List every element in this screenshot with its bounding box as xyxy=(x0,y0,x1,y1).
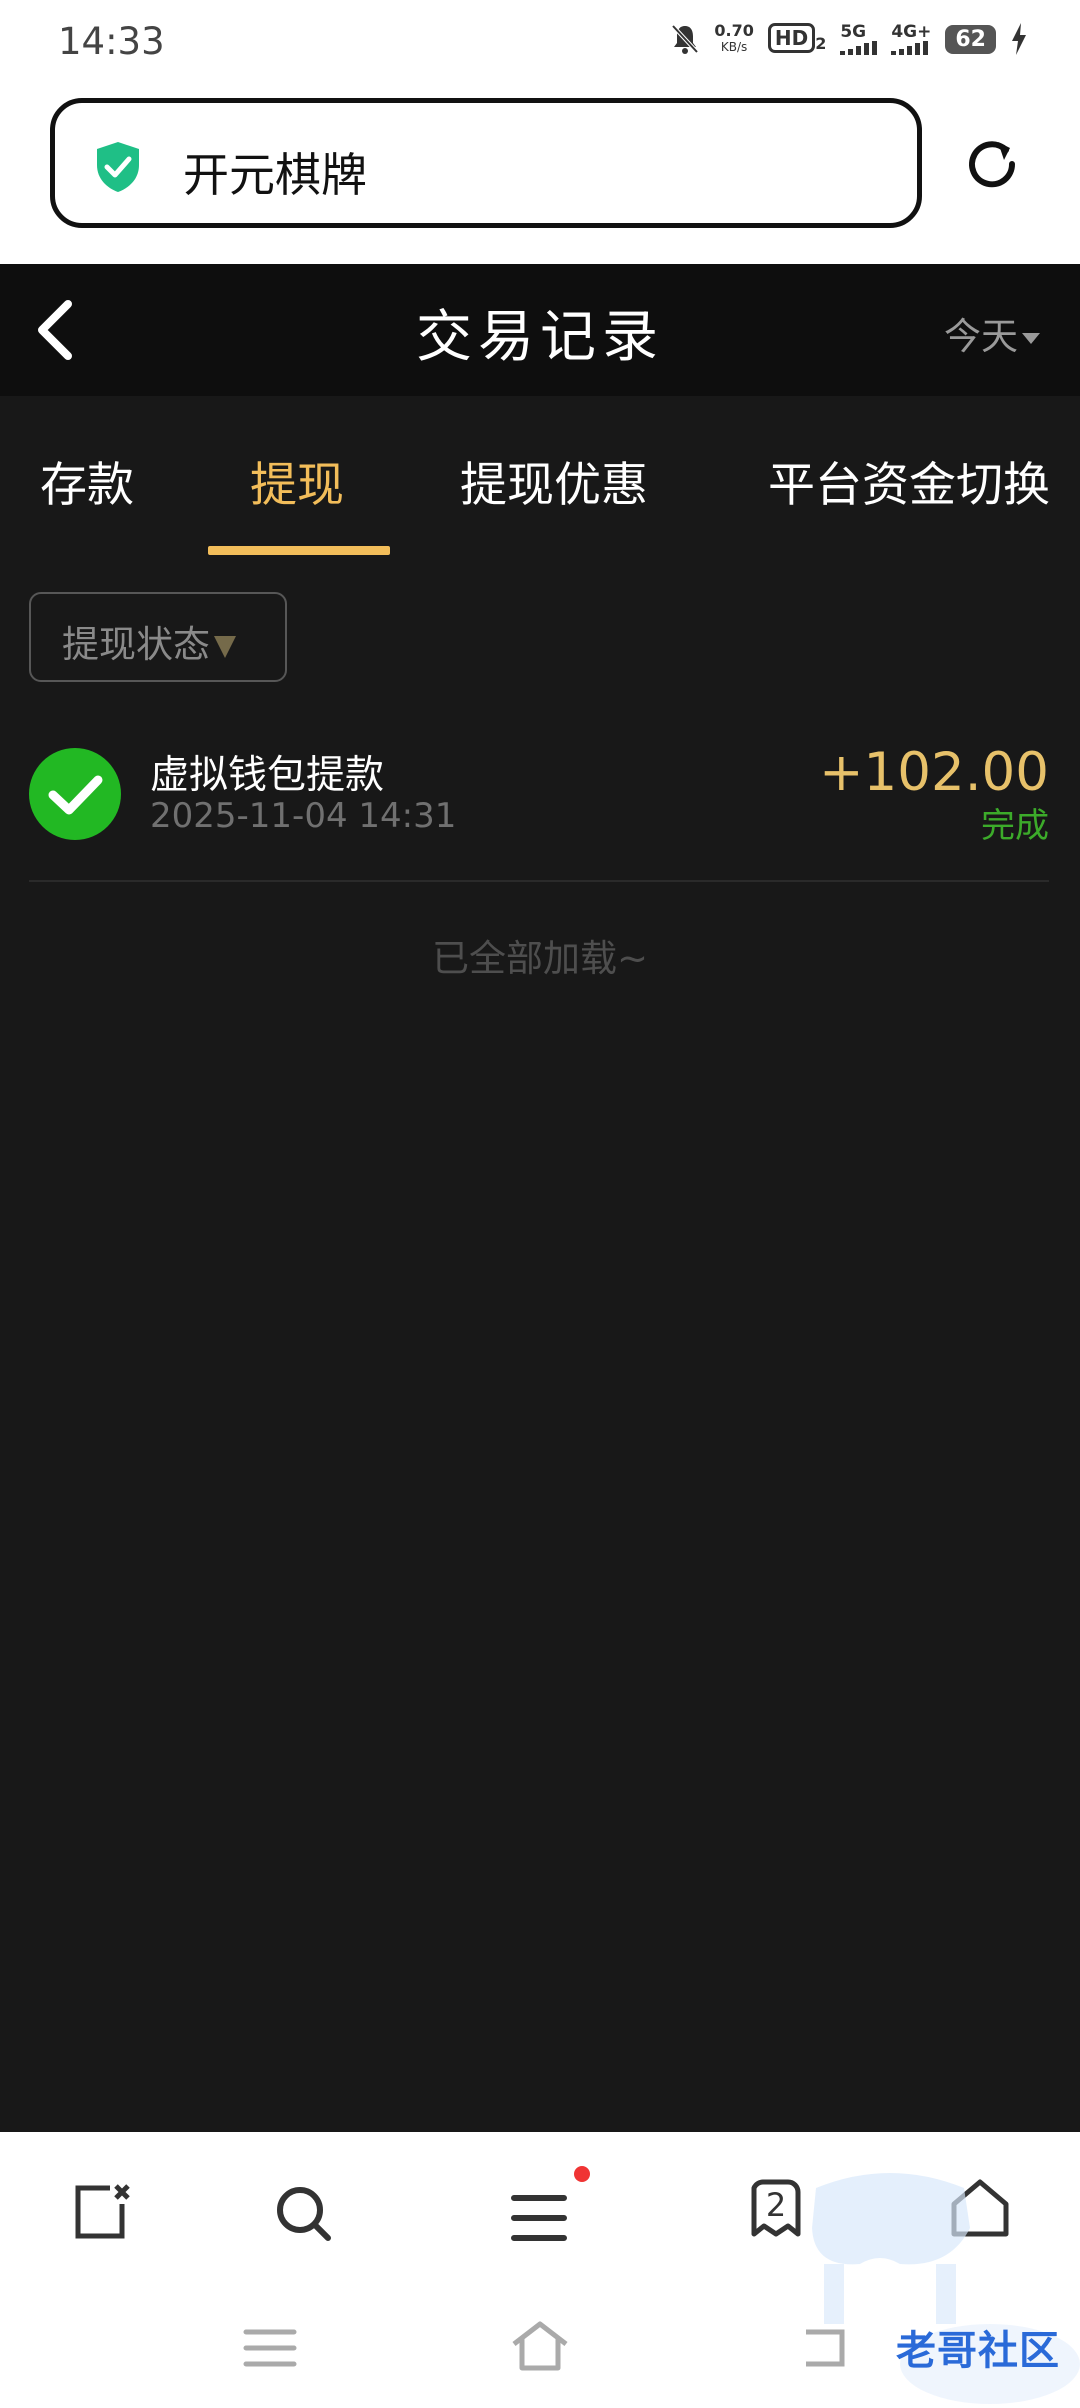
tab-withdraw[interactable]: 提现 xyxy=(250,446,344,515)
transaction-title: 虚拟钱包提款 xyxy=(150,753,385,798)
page-title: 交易记录 xyxy=(416,305,664,370)
transaction-amount: +102.00 xyxy=(819,742,1049,803)
hd-indicator: HD 2 xyxy=(767,22,826,53)
tab-withdraw-bonus[interactable]: 提现优惠 xyxy=(460,446,648,515)
page-header: 交易记录 今天 xyxy=(0,264,1080,396)
system-home-icon[interactable] xyxy=(510,2316,570,2376)
address-bar[interactable]: 开元棋牌 xyxy=(50,98,922,228)
date-filter-dropdown[interactable]: 今天 xyxy=(944,306,1040,360)
status-filter-label: 提现状态 xyxy=(62,623,210,666)
tab-count: 2 xyxy=(765,2186,787,2224)
mute-bell-icon xyxy=(671,24,699,54)
signal-5g: 5G xyxy=(840,23,878,55)
signal-4g: 4G+ xyxy=(891,23,931,55)
caret-down-icon xyxy=(1022,333,1040,344)
charging-icon xyxy=(1012,23,1026,55)
security-shield-icon xyxy=(97,142,139,192)
active-tab-indicator xyxy=(208,546,390,555)
net-speed: 0.70 KB/s xyxy=(714,21,754,54)
system-recents-icon[interactable] xyxy=(240,2318,300,2378)
search-icon[interactable] xyxy=(272,2182,336,2246)
status-icons: 0.70 KB/s HD 2 5G 4G+ 62 xyxy=(670,22,1028,56)
menu-icon[interactable] xyxy=(508,2186,572,2250)
watermark-text: 老哥社区 xyxy=(896,2328,1060,2374)
tabs-button[interactable]: 2 xyxy=(744,2178,808,2242)
reload-icon[interactable] xyxy=(962,134,1022,194)
close-page-icon[interactable] xyxy=(70,2180,134,2244)
signal-bars-icon xyxy=(891,41,929,55)
date-filter-label: 今天 xyxy=(944,315,1018,358)
success-check-icon xyxy=(29,748,121,840)
menu-notification-dot xyxy=(574,2166,590,2182)
list-end-message: 已全部加载~ xyxy=(431,937,648,980)
status-time: 14:33 xyxy=(58,20,165,63)
transaction-datetime: 2025-11-04 14:31 xyxy=(150,796,457,836)
tab-bar: 存款 提现 提现优惠 平台资金切换 xyxy=(0,396,1080,556)
status-bar: 14:33 0.70 KB/s HD 2 5G 4G+ 62 xyxy=(0,0,1080,84)
tab-deposit[interactable]: 存款 xyxy=(40,446,134,515)
tab-platform-transfer[interactable]: 平台资金切换 xyxy=(768,446,1050,515)
browser-bar: 开元棋牌 xyxy=(0,84,1080,264)
signal-bars-icon xyxy=(840,41,878,55)
triangle-down-icon xyxy=(214,635,236,658)
withdraw-status-filter[interactable]: 提现状态 xyxy=(29,592,287,682)
transaction-status: 完成 xyxy=(981,806,1049,846)
address-text: 开元棋牌 xyxy=(183,148,367,202)
battery-icon: 62 xyxy=(945,24,996,54)
transaction-row[interactable]: 虚拟钱包提款 2025-11-04 14:31 +102.00 完成 xyxy=(29,730,1049,882)
